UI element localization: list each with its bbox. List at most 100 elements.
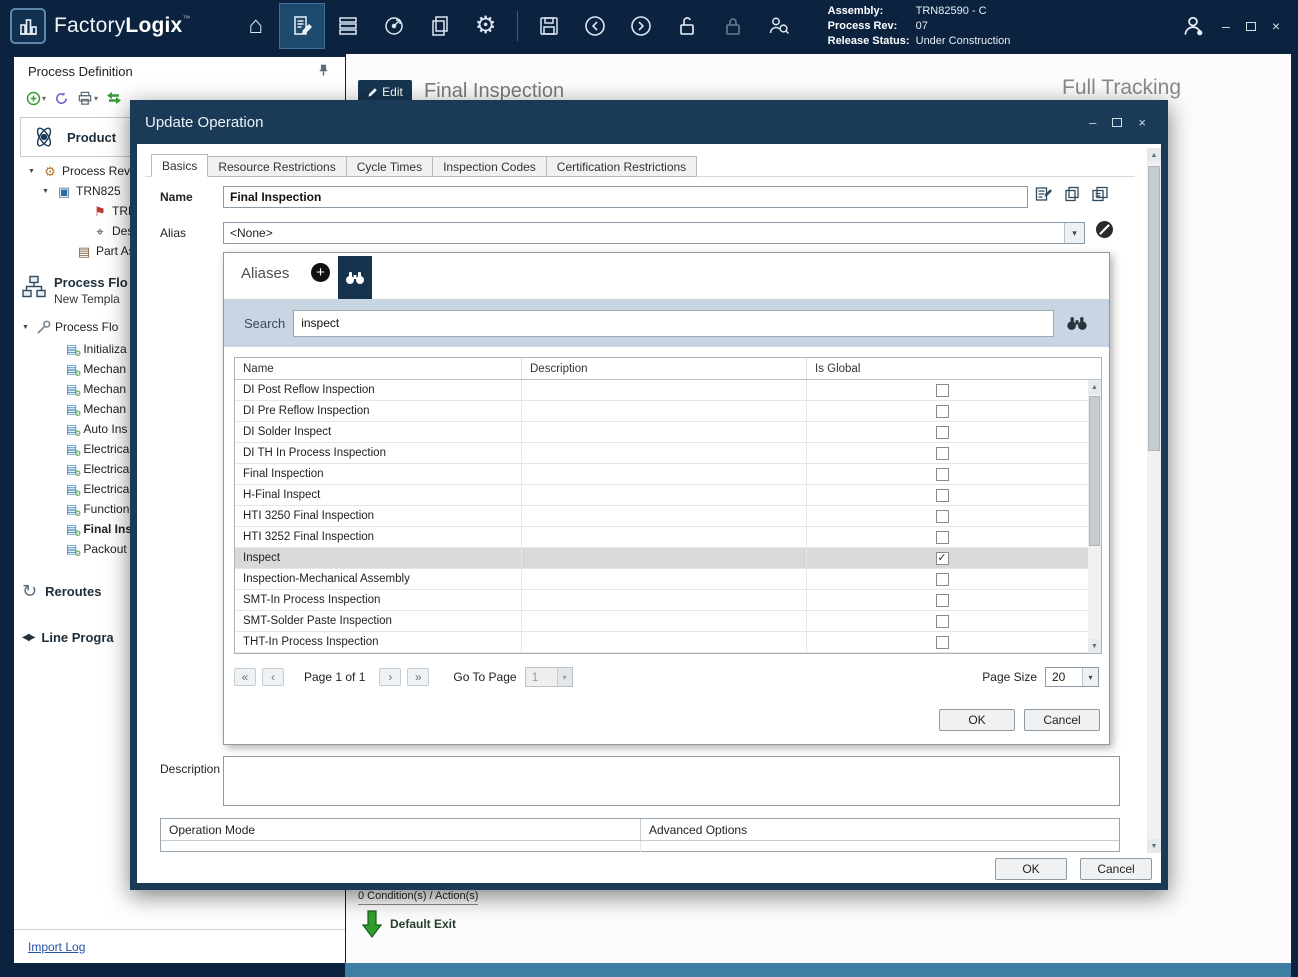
go-to-page-input[interactable]: 1 ▾ bbox=[525, 667, 573, 687]
add-button[interactable]: ▾ bbox=[24, 89, 48, 108]
column-header-description[interactable]: Description bbox=[522, 358, 807, 379]
tab-basics[interactable]: Basics bbox=[151, 154, 208, 177]
add-alias-button[interactable]: + bbox=[311, 263, 330, 282]
column-header-is-global[interactable]: Is Global bbox=[807, 358, 1077, 379]
alias-table-row[interactable]: DI TH In Process Inspection bbox=[235, 443, 1088, 464]
is-global-checkbox[interactable] bbox=[936, 384, 949, 397]
alias-table-row[interactable]: DI Solder Inspect bbox=[235, 422, 1088, 443]
advanced-options-header[interactable]: Advanced Options bbox=[641, 819, 747, 840]
home-button[interactable]: ⌂ bbox=[233, 3, 279, 49]
rename-icon[interactable] bbox=[1035, 186, 1053, 202]
copy-icon[interactable] bbox=[1064, 186, 1080, 202]
table-scrollbar[interactable]: ▲ ▼ bbox=[1088, 380, 1101, 653]
layers-button[interactable] bbox=[325, 3, 371, 49]
alias-table-row[interactable]: Inspect✓ bbox=[235, 548, 1088, 569]
is-global-checkbox[interactable] bbox=[936, 573, 949, 586]
dialog-maximize-button[interactable] bbox=[1112, 115, 1122, 130]
alias-table-row[interactable]: H-Final Inspect bbox=[235, 485, 1088, 506]
aliases-ok-button[interactable]: OK bbox=[939, 709, 1015, 731]
target-button[interactable] bbox=[371, 3, 417, 49]
tab-resource-restrictions[interactable]: Resource Restrictions bbox=[208, 156, 346, 177]
alias-table-row[interactable]: SMT-Solder Paste Inspection bbox=[235, 611, 1088, 632]
search-input[interactable] bbox=[293, 310, 1054, 337]
alias-table-row[interactable]: HTI 3252 Final Inspection bbox=[235, 527, 1088, 548]
last-page-button[interactable]: » bbox=[407, 668, 429, 686]
alias-table-row[interactable]: HTI 3250 Final Inspection bbox=[235, 506, 1088, 527]
import-log-link[interactable]: Import Log bbox=[28, 940, 85, 954]
scrollbar-thumb[interactable] bbox=[1089, 396, 1100, 546]
is-global-checkbox[interactable] bbox=[936, 636, 949, 649]
dialog-scrollbar[interactable]: ▲ ▼ bbox=[1147, 148, 1161, 853]
alias-table-row[interactable]: DI Post Reflow Inspection bbox=[235, 380, 1088, 401]
documents-button[interactable] bbox=[417, 3, 463, 49]
previous-page-button[interactable]: ‹ bbox=[262, 668, 284, 686]
is-global-checkbox[interactable] bbox=[936, 405, 949, 418]
search-button[interactable] bbox=[1066, 316, 1088, 331]
page-indicator: Page 1 of 1 bbox=[304, 670, 365, 684]
is-global-checkbox[interactable] bbox=[936, 426, 949, 439]
alias-is-global-cell bbox=[807, 422, 1077, 442]
back-button[interactable] bbox=[572, 3, 618, 49]
is-global-checkbox[interactable] bbox=[936, 489, 949, 502]
dialog-ok-button[interactable]: OK bbox=[995, 858, 1067, 880]
close-button[interactable]: × bbox=[1272, 19, 1280, 33]
scroll-down-arrow[interactable]: ▼ bbox=[1088, 639, 1101, 653]
scroll-down-arrow[interactable]: ▼ bbox=[1147, 839, 1161, 853]
copy-all-icon[interactable] bbox=[1091, 186, 1109, 202]
unlock-button[interactable] bbox=[664, 3, 710, 49]
tab-inspection-codes[interactable]: Inspection Codes bbox=[433, 156, 547, 177]
name-input[interactable] bbox=[223, 186, 1028, 208]
alias-combobox[interactable]: <None> ▾ bbox=[223, 222, 1085, 244]
transfer-button[interactable] bbox=[104, 89, 124, 107]
is-global-checkbox[interactable] bbox=[936, 468, 949, 481]
default-exit-label: Default Exit bbox=[390, 917, 456, 931]
is-global-checkbox[interactable] bbox=[936, 531, 949, 544]
minimize-button[interactable]: – bbox=[1222, 19, 1230, 33]
maximize-button[interactable] bbox=[1246, 19, 1256, 33]
settings-button[interactable]: ⚙ bbox=[463, 3, 509, 49]
forward-button[interactable] bbox=[618, 3, 664, 49]
user-search-button[interactable] bbox=[756, 3, 802, 49]
aliases-cancel-button[interactable]: Cancel bbox=[1024, 709, 1100, 731]
save-button[interactable] bbox=[526, 3, 572, 49]
dialog-minimize-button[interactable]: – bbox=[1089, 115, 1096, 130]
is-global-checkbox[interactable] bbox=[936, 615, 949, 628]
process-editor-button[interactable] bbox=[279, 3, 325, 49]
tab-cycle-times[interactable]: Cycle Times bbox=[347, 156, 433, 177]
is-global-checkbox[interactable] bbox=[936, 447, 949, 460]
alias-table-row[interactable]: Inspection-Mechanical Assembly bbox=[235, 569, 1088, 590]
is-global-checkbox[interactable] bbox=[936, 594, 949, 607]
default-exit[interactable]: Default Exit bbox=[362, 910, 456, 938]
tab-certification-restrictions[interactable]: Certification Restrictions bbox=[547, 156, 697, 177]
block-icon bbox=[1095, 220, 1114, 239]
dialog-cancel-button[interactable]: Cancel bbox=[1080, 858, 1152, 880]
print-button[interactable]: ▾ bbox=[75, 89, 100, 108]
scrollbar-thumb[interactable] bbox=[1148, 166, 1160, 451]
page-size-select[interactable]: 20 ▾ bbox=[1045, 667, 1099, 687]
alias-table-row[interactable]: SMT-In Process Inspection bbox=[235, 590, 1088, 611]
expander-icon[interactable]: ▼ bbox=[22, 324, 32, 331]
is-global-checkbox[interactable]: ✓ bbox=[936, 552, 949, 565]
column-header-name[interactable]: Name bbox=[235, 358, 522, 379]
user-account-button[interactable] bbox=[1170, 3, 1216, 49]
alias-table-row[interactable]: THT-In Process Inspection bbox=[235, 632, 1088, 653]
scroll-up-arrow[interactable]: ▲ bbox=[1088, 380, 1101, 394]
search-tab[interactable] bbox=[338, 256, 372, 299]
alias-table-row[interactable]: Final Inspection bbox=[235, 464, 1088, 485]
operation-mode-header[interactable]: Operation Mode bbox=[161, 819, 641, 840]
first-page-button[interactable]: « bbox=[234, 668, 256, 686]
alias-table-row[interactable]: DI Pre Reflow Inspection bbox=[235, 401, 1088, 422]
scroll-up-arrow[interactable]: ▲ bbox=[1147, 148, 1161, 162]
clear-alias-button[interactable] bbox=[1095, 220, 1114, 239]
next-page-button[interactable]: › bbox=[379, 668, 401, 686]
is-global-checkbox[interactable] bbox=[936, 510, 949, 523]
description-textarea[interactable] bbox=[223, 756, 1120, 806]
alias-dropdown-button[interactable]: ▾ bbox=[1064, 223, 1084, 243]
dialog-close-button[interactable]: × bbox=[1138, 115, 1146, 130]
flow-item-label: Initializa bbox=[83, 342, 126, 356]
pin-icon[interactable] bbox=[317, 64, 330, 77]
refresh-button[interactable] bbox=[52, 89, 71, 108]
expander-icon[interactable]: ▼ bbox=[42, 188, 52, 195]
expander-icon[interactable]: ▼ bbox=[28, 168, 38, 175]
lock-button[interactable] bbox=[710, 3, 756, 49]
